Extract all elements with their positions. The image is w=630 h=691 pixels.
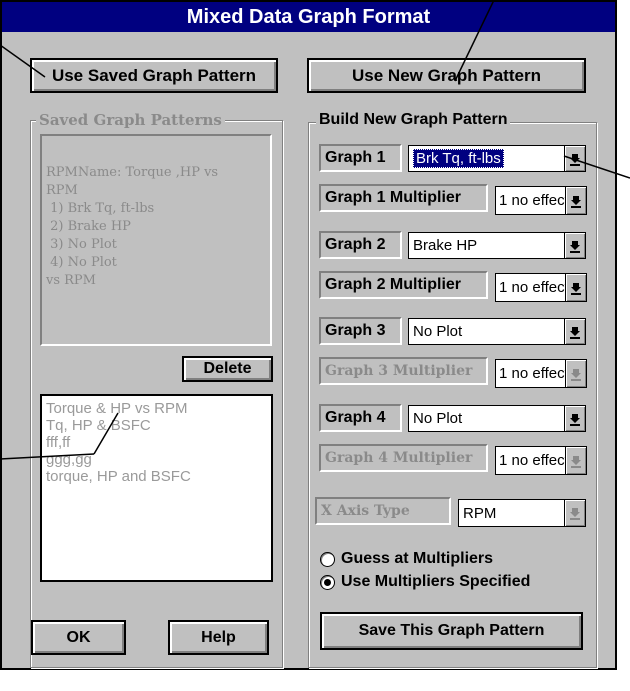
callout-lines xyxy=(0,0,630,460)
